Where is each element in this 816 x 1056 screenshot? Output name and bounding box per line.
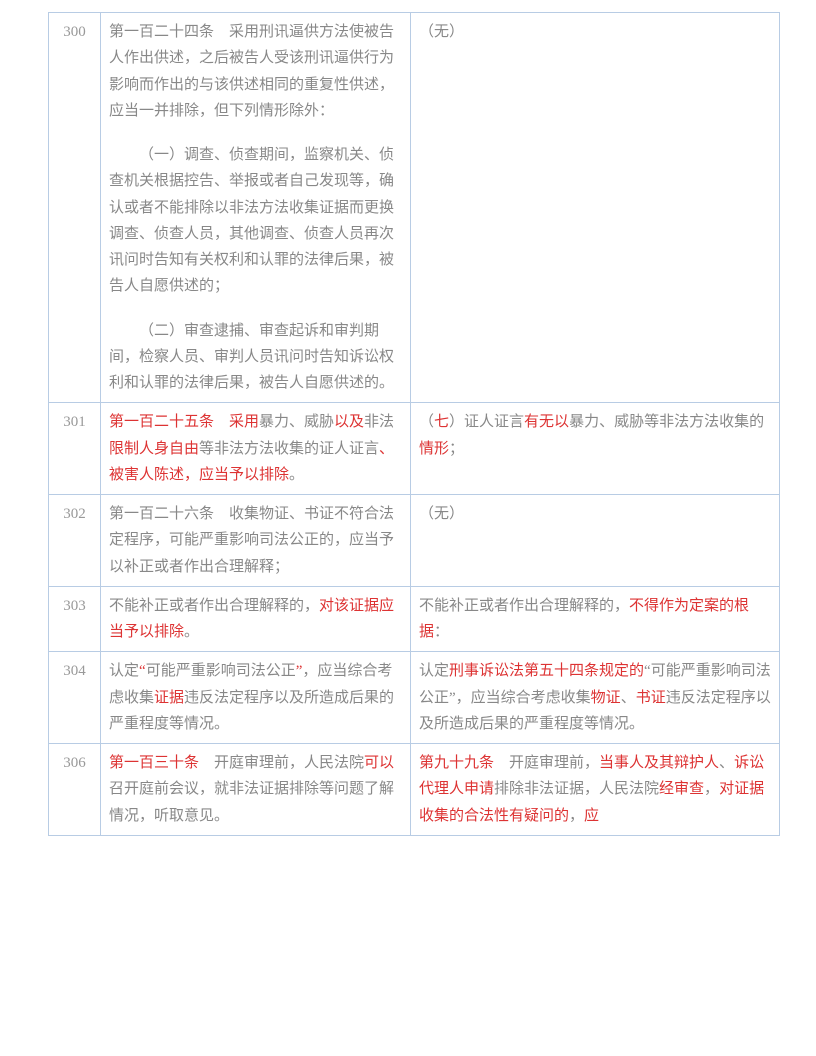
text-segment: 开庭审理前， [494,755,599,771]
cell-left: 不能补正或者作出合理解释的，对该证据应当予以排除。 [101,586,411,652]
text-segment: 刑事诉讼法第五十四条规定的 [449,663,644,679]
cell-right: 认定刑事诉讼法第五十四条规定的“可能严重影响司法公正”，应当综合考虑收集物证、书… [411,652,780,744]
text-segment: 当事人及其辩护人 [599,755,719,771]
text-segment: 第一百二十四条 采用刑讯逼供方法使被告人作出供述，之后被告人受该刑讯逼供行为影响… [109,24,394,119]
text-segment: 认定 [109,663,139,679]
text-segment: 证据 [154,690,184,706]
table-row: 302第一百二十六条 收集物证、书证不符合法定程序，可能严重影响司法公正的，应当… [49,495,780,587]
text-segment: 不能补正或者作出合理解释的， [419,598,629,614]
paragraph: 第九十九条 开庭审理前，当事人及其辩护人、诉讼代理人申请排除非法证据，人民法院经… [419,750,771,829]
text-segment: 第一百二十六条 收集物证、书证不符合法定程序，可能严重影响司法公正的，应当予以补… [109,506,394,575]
row-number: 303 [49,586,101,652]
cell-right: （七）证人证言有无以暴力、威胁等非法方法收集的情形； [411,403,780,495]
text-segment: 第一百三十条 [109,755,199,771]
text-segment: 开庭审理前，人民法院 [199,755,364,771]
text-segment: 。 [289,467,304,483]
text-segment: 应 [584,808,599,824]
text-segment: 限制人身自由 [109,441,199,457]
text-segment: 、 [621,690,636,706]
paragraph: 第一百二十四条 采用刑讯逼供方法使被告人作出供述，之后被告人受该刑讯逼供行为影响… [109,19,402,124]
text-segment: 。 [184,624,199,640]
paragraph: 第一百二十五条 采用暴力、威胁以及非法限制人身自由等非法方法收集的证人证言、被害… [109,409,402,488]
text-segment: 暴力、威胁等非法方法收集的 [569,414,764,430]
cell-right: 第九十九条 开庭审理前，当事人及其辩护人、诉讼代理人申请排除非法证据，人民法院经… [411,744,780,836]
text-segment: 等非法方法收集的证人证言 [199,441,379,457]
text-segment: 书证 [636,690,666,706]
text-segment: 可以 [364,755,394,771]
row-number: 302 [49,495,101,587]
table-row: 306第一百三十条 开庭审理前，人民法院可以召开庭前会议，就非法证据排除等问题了… [49,744,780,836]
text-segment: 七 [434,414,449,430]
row-number: 300 [49,13,101,403]
text-segment: 可能严重影响司法公正 [146,663,296,679]
table-row: 300第一百二十四条 采用刑讯逼供方法使被告人作出供述，之后被告人受该刑讯逼供行… [49,13,780,403]
text-segment: （ [419,414,434,430]
text-segment: ， [704,781,719,797]
cell-left: 第一百二十五条 采用暴力、威胁以及非法限制人身自由等非法方法收集的证人证言、被害… [101,403,411,495]
row-number: 304 [49,652,101,744]
paragraph: 认定刑事诉讼法第五十四条规定的“可能严重影响司法公正”，应当综合考虑收集物证、书… [419,658,771,737]
table-row: 304认定“可能严重影响司法公正”，应当综合考虑收集证据违反法定程序以及所造成后… [49,652,780,744]
text-segment: ）证人证言 [449,414,524,430]
text-segment: （无） [419,506,464,522]
paragraph: 第一百三十条 开庭审理前，人民法院可以召开庭前会议，就非法证据排除等问题了解情况… [109,750,402,829]
paragraph: （七）证人证言有无以暴力、威胁等非法方法收集的情形； [419,409,771,462]
text-segment: 经审查 [659,781,704,797]
paragraph: （无） [419,501,771,527]
paragraph: （二）审查逮捕、审查起诉和审判期间，检察人员、审判人员讯问时告知诉讼权利和认罪的… [109,318,402,397]
cell-left: 认定“可能严重影响司法公正”，应当综合考虑收集证据违反法定程序以及所造成后果的严… [101,652,411,744]
text-segment: “ [139,663,146,679]
paragraph: 不能补正或者作出合理解释的，对该证据应当予以排除。 [109,593,402,646]
table-body: 300第一百二十四条 采用刑讯逼供方法使被告人作出供述，之后被告人受该刑讯逼供行… [49,13,780,836]
text-segment: 以及 [334,414,364,430]
text-segment: （无） [419,24,464,40]
text-segment: ， [569,808,584,824]
text-segment: ； [449,441,464,457]
cell-right: （无） [411,495,780,587]
text-segment: 有无以 [524,414,569,430]
text-segment: 情形 [419,441,449,457]
cell-right: 不能补正或者作出合理解释的，不得作为定案的根据： [411,586,780,652]
paragraph: （一）调查、侦查期间，监察机关、侦查机关根据控告、举报或者自己发现等，确认或者不… [109,142,402,300]
cell-left: 第一百三十条 开庭审理前，人民法院可以召开庭前会议，就非法证据排除等问题了解情况… [101,744,411,836]
text-segment: 、 [719,755,734,771]
text-segment: 暴力、威胁 [259,414,334,430]
text-segment: 召开庭前会议，就非法证据排除等问题了解情况，听取意见。 [109,781,394,823]
text-segment: 第九十九条 [419,755,494,771]
text-segment: 物证 [591,690,621,706]
paragraph: （无） [419,19,771,45]
paragraph: 不能补正或者作出合理解释的，不得作为定案的根据： [419,593,771,646]
cell-left: 第一百二十六条 收集物证、书证不符合法定程序，可能严重影响司法公正的，应当予以补… [101,495,411,587]
comparison-table: 300第一百二十四条 采用刑讯逼供方法使被告人作出供述，之后被告人受该刑讯逼供行… [48,12,780,836]
paragraph: 第一百二十六条 收集物证、书证不符合法定程序，可能严重影响司法公正的，应当予以补… [109,501,402,580]
text-segment: 第一百二十五条 采用 [109,414,259,430]
text-segment: ： [434,624,449,640]
text-segment: （二）审查逮捕、审查起诉和审判期间，检察人员、审判人员讯问时告知诉讼权利和认罪的… [109,323,394,392]
text-segment: 非法 [364,414,394,430]
table-row: 303不能补正或者作出合理解释的，对该证据应当予以排除。不能补正或者作出合理解释… [49,586,780,652]
text-segment: 认定 [419,663,449,679]
text-segment: 不能补正或者作出合理解释的， [109,598,319,614]
table-row: 301 第一百二十五条 采用暴力、威胁以及非法限制人身自由等非法方法收集的证人证言… [49,403,780,495]
paragraph: 认定“可能严重影响司法公正”，应当综合考虑收集证据违反法定程序以及所造成后果的严… [109,658,402,737]
row-number: 306 [49,744,101,836]
row-number: 301 [49,403,101,495]
text-segment: 排除非法证据，人民法院 [494,781,659,797]
cell-right: （无） [411,13,780,403]
cell-left: 第一百二十四条 采用刑讯逼供方法使被告人作出供述，之后被告人受该刑讯逼供行为影响… [101,13,411,403]
text-segment: （一）调查、侦查期间，监察机关、侦查机关根据控告、举报或者自己发现等，确认或者不… [109,147,394,294]
